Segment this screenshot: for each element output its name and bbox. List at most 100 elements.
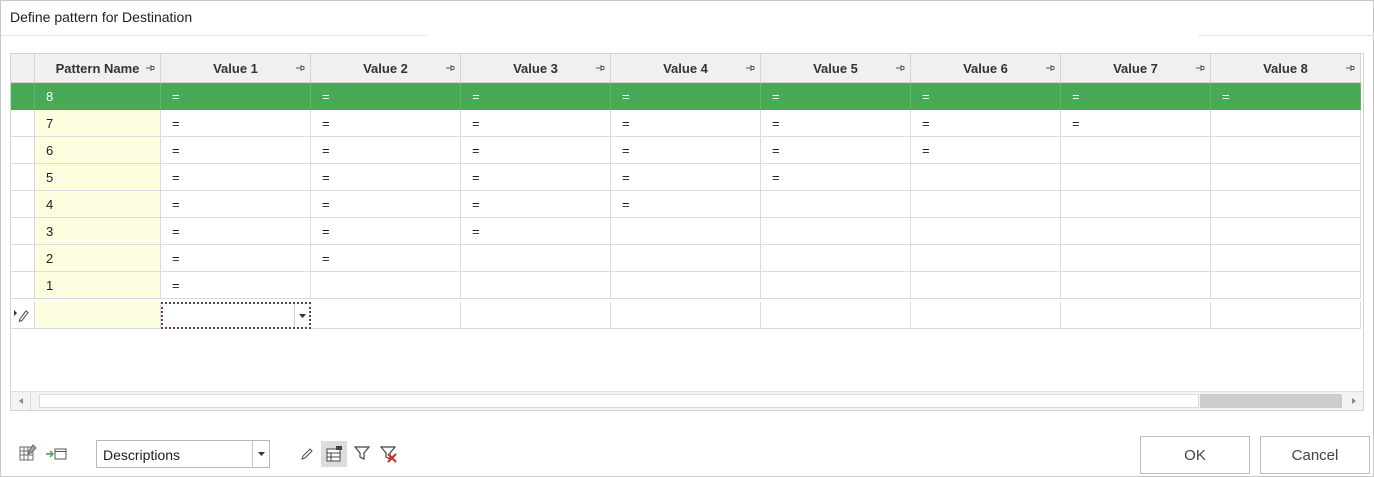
grid-settings-icon[interactable] <box>18 443 40 463</box>
filter-icon[interactable] <box>352 443 372 463</box>
dropdown-button[interactable] <box>294 304 309 327</box>
value-cell[interactable] <box>761 272 911 299</box>
value-cell[interactable] <box>1061 191 1211 218</box>
value-cell[interactable]: = <box>611 191 761 218</box>
value-cell[interactable]: = <box>461 110 611 137</box>
table-row[interactable]: 6 = = = = = = <box>11 137 1363 164</box>
value-cell[interactable]: = <box>761 164 911 191</box>
pin-icon[interactable] <box>295 63 305 73</box>
value-cell[interactable]: = <box>611 137 761 164</box>
column-header-value-7[interactable]: Value 7 <box>1061 54 1211 83</box>
pattern-name-cell[interactable]: 4 <box>35 191 161 218</box>
pattern-name-cell[interactable]: 1 <box>35 272 161 299</box>
table-row[interactable]: 4 = = = = <box>11 191 1363 218</box>
column-header-value-2[interactable]: Value 2 <box>311 54 461 83</box>
value-cell[interactable] <box>911 302 1061 329</box>
pattern-name-cell[interactable]: 2 <box>35 245 161 272</box>
scroll-track[interactable] <box>39 394 1199 408</box>
value-cell[interactable]: = <box>911 83 1061 110</box>
value-cell[interactable] <box>1211 272 1361 299</box>
table-row[interactable]: 2 = = <box>11 245 1363 272</box>
value-cell[interactable]: = <box>911 110 1061 137</box>
column-header-value-8[interactable]: Value 8 <box>1211 54 1361 83</box>
row-indicator[interactable] <box>11 137 35 164</box>
value-cell[interactable] <box>911 272 1061 299</box>
value-cell[interactable]: = <box>461 137 611 164</box>
value-cell[interactable]: = <box>611 110 761 137</box>
view-mode-select[interactable]: Descriptions <box>96 440 270 468</box>
value-cell[interactable]: = <box>161 191 311 218</box>
value-cell[interactable] <box>1061 164 1211 191</box>
row-indicator[interactable] <box>11 218 35 245</box>
value-cell[interactable]: = <box>461 218 611 245</box>
column-header-value-6[interactable]: Value 6 <box>911 54 1061 83</box>
value-cell[interactable]: = <box>161 272 311 299</box>
value-cell[interactable] <box>1061 302 1211 329</box>
column-chooser-icon[interactable] <box>321 441 347 467</box>
pin-icon[interactable] <box>745 63 755 73</box>
value-cell[interactable]: = <box>1061 110 1211 137</box>
value-cell[interactable]: = <box>161 110 311 137</box>
value-cell[interactable]: = <box>311 191 461 218</box>
value-cell[interactable]: = <box>161 245 311 272</box>
value-cell[interactable] <box>611 302 761 329</box>
value-cell[interactable] <box>911 191 1061 218</box>
value-cell[interactable]: = <box>611 164 761 191</box>
value-cell[interactable]: = <box>161 137 311 164</box>
value-cell[interactable] <box>1061 245 1211 272</box>
pin-icon[interactable] <box>1045 63 1055 73</box>
value-cell[interactable] <box>1211 110 1361 137</box>
value-cell[interactable] <box>611 272 761 299</box>
value-cell[interactable]: = <box>461 83 611 110</box>
scroll-left-button[interactable] <box>11 392 30 410</box>
pin-icon[interactable] <box>145 63 155 73</box>
table-row[interactable]: 8 = = = = = = = = <box>11 83 1363 110</box>
value-cell[interactable]: = <box>611 83 761 110</box>
value-cell[interactable] <box>311 272 461 299</box>
pattern-name-cell[interactable]: 3 <box>35 218 161 245</box>
row-indicator[interactable] <box>11 191 35 218</box>
pin-icon[interactable] <box>895 63 905 73</box>
column-header-value-5[interactable]: Value 5 <box>761 54 911 83</box>
dropdown-button[interactable] <box>252 441 269 467</box>
pattern-name-cell[interactable]: 8 <box>35 83 161 110</box>
pin-icon[interactable] <box>1195 63 1205 73</box>
value-cell[interactable]: = <box>161 164 311 191</box>
pattern-name-cell[interactable] <box>35 302 161 329</box>
value-cell[interactable] <box>1061 218 1211 245</box>
row-indicator[interactable] <box>11 164 35 191</box>
value-cell[interactable] <box>1061 137 1211 164</box>
scroll-track[interactable] <box>30 392 38 410</box>
ok-button[interactable]: OK <box>1140 436 1250 474</box>
value-cell[interactable] <box>1211 302 1361 329</box>
column-header-value-3[interactable]: Value 3 <box>461 54 611 83</box>
value-cell[interactable] <box>1211 218 1361 245</box>
pin-icon[interactable] <box>595 63 605 73</box>
table-row[interactable]: 3 = = = <box>11 218 1363 245</box>
new-row[interactable] <box>11 302 1363 329</box>
value-cell[interactable] <box>1211 137 1361 164</box>
value-cell[interactable] <box>911 164 1061 191</box>
value-cell[interactable]: = <box>911 137 1061 164</box>
value-cell[interactable] <box>611 245 761 272</box>
row-indicator[interactable] <box>11 245 35 272</box>
row-indicator[interactable] <box>11 83 35 110</box>
export-icon[interactable] <box>44 445 68 463</box>
value-cell[interactable]: = <box>311 83 461 110</box>
value-cell[interactable] <box>1061 272 1211 299</box>
value-cell[interactable] <box>761 218 911 245</box>
pin-icon[interactable] <box>1345 63 1355 73</box>
value-cell[interactable] <box>911 245 1061 272</box>
value-editor-dropdown[interactable] <box>161 302 311 329</box>
horizontal-scrollbar[interactable] <box>11 391 1363 410</box>
value-cell[interactable] <box>761 245 911 272</box>
column-header-pattern-name[interactable]: Pattern Name <box>35 54 161 83</box>
value-cell[interactable]: = <box>161 218 311 245</box>
value-cell[interactable] <box>611 218 761 245</box>
value-cell[interactable] <box>461 302 611 329</box>
value-cell[interactable]: = <box>761 110 911 137</box>
table-row[interactable]: 1 = <box>11 272 1363 299</box>
value-cell[interactable]: = <box>311 245 461 272</box>
value-cell[interactable]: = <box>161 83 311 110</box>
value-cell[interactable] <box>1211 191 1361 218</box>
